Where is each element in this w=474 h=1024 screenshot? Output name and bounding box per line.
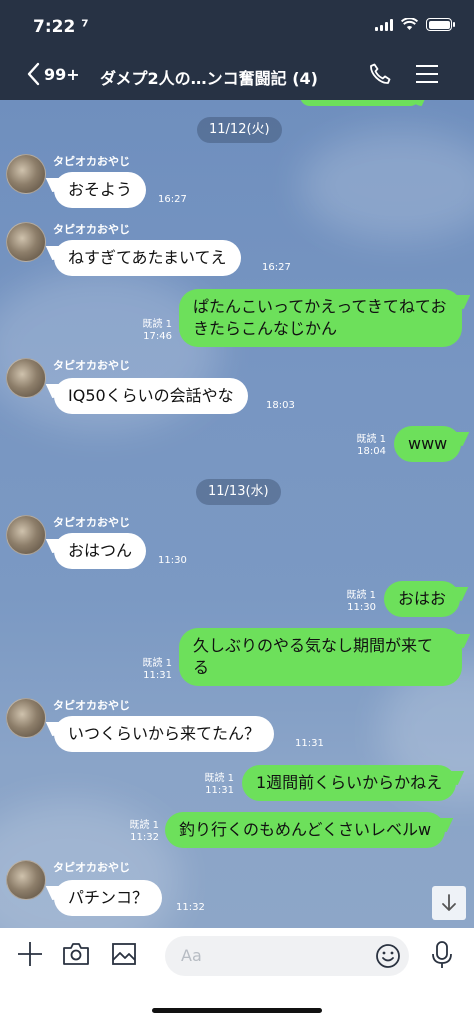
input-placeholder: Aa (181, 946, 202, 965)
battery-icon (426, 18, 455, 31)
sender-name: タピオカおやじ (53, 359, 130, 372)
read-receipt: 既読 1 (129, 820, 159, 831)
message-time: 11:31 (143, 670, 172, 681)
message-bubble-outgoing[interactable]: ぱたんこいってかえってきてねておきたらこんなじかん (179, 289, 462, 347)
message-bubble-outgoing[interactable]: おはお (384, 581, 461, 617)
image-icon[interactable] (110, 940, 138, 968)
message-meta: 既読 1 11:31 (200, 773, 234, 797)
message-time: 18:04 (357, 446, 386, 457)
message-meta: 既読 1 11:31 (138, 658, 172, 682)
input-bar: Aa (0, 928, 474, 1024)
message-bubble-incoming[interactable]: おそよう (54, 172, 147, 208)
message-meta: 既読 1 11:32 (125, 820, 159, 844)
background-cloud (300, 130, 474, 240)
nav-bar: 99+ ダメプ2人の…ンコ奮闘記 (4) (0, 56, 474, 94)
message-time: 11:32 (176, 902, 205, 913)
back-button[interactable]: 99+ (26, 62, 80, 86)
avatar[interactable] (6, 698, 46, 738)
avatar[interactable] (6, 515, 46, 555)
mic-icon[interactable] (430, 940, 454, 970)
arrow-down-icon (442, 894, 456, 911)
message-bubble-outgoing[interactable]: 釣り行くのもめんどくさいレベルw (165, 812, 446, 848)
chevron-left-icon (27, 62, 40, 86)
menu-icon[interactable] (416, 65, 438, 89)
read-receipt: 既読 1 (356, 434, 386, 445)
date-separator: 11/12(火) (197, 117, 282, 143)
scroll-to-bottom-button[interactable] (432, 886, 466, 920)
wifi-icon (401, 18, 418, 30)
message-bubble-outgoing[interactable]: 1週間前くらいからかねえ (242, 765, 457, 801)
plus-icon[interactable] (16, 940, 44, 968)
message-time: 11:31 (205, 785, 234, 796)
sender-name: タピオカおやじ (53, 861, 130, 874)
emoji-icon[interactable] (375, 943, 401, 969)
message-time: 17:46 (143, 331, 172, 342)
message-time: 11:32 (130, 832, 159, 843)
message-meta: 既読 1 11:30 (342, 590, 376, 614)
avatar[interactable] (6, 358, 46, 398)
avatar[interactable] (6, 860, 46, 900)
unread-count: 99+ (44, 64, 80, 84)
chat-header: 7:22 ⁷ 99+ ダメプ2人の…ンコ奮闘記 (4) (0, 0, 474, 100)
home-indicator (152, 1008, 322, 1013)
avatar[interactable] (6, 222, 46, 262)
read-receipt: 既読 1 (142, 319, 172, 330)
sender-name: タピオカおやじ (53, 223, 130, 236)
read-receipt: 既読 1 (346, 590, 376, 601)
message-bubble-incoming[interactable]: IQ50くらいの会話やな (54, 378, 248, 414)
message-meta: 既読 1 17:46 (138, 319, 172, 343)
chat-title[interactable]: ダメプ2人の…ンコ奮闘記 (4) (100, 65, 318, 89)
message-time: 11:30 (347, 602, 376, 613)
sender-name: タピオカおやじ (53, 155, 130, 168)
message-bubble-partial (300, 100, 420, 106)
signal-icon (375, 18, 393, 31)
read-receipt: 既読 1 (204, 773, 234, 784)
message-time: 16:27 (262, 262, 291, 273)
message-bubble-incoming[interactable]: おはつん (54, 533, 147, 569)
message-bubble-outgoing[interactable]: 久しぶりのやる気なし期間が来てる (179, 628, 462, 686)
message-bubble-outgoing[interactable]: www (394, 426, 462, 462)
chat-area[interactable]: 11/12(火) タピオカおやじ おそよう 16:27 タピオカおやじ ねすぎて… (0, 100, 474, 928)
date-separator: 11/13(水) (196, 479, 281, 505)
phone-icon[interactable] (368, 62, 392, 86)
message-input[interactable]: Aa (165, 936, 409, 976)
status-time: 7:22 ⁷ (33, 17, 89, 37)
camera-icon[interactable] (61, 940, 91, 968)
sender-name: タピオカおやじ (53, 516, 130, 529)
message-bubble-incoming[interactable]: いつくらいから来てたん？ (54, 716, 275, 752)
status-indicators (375, 18, 455, 31)
avatar[interactable] (6, 154, 46, 194)
sender-name: タピオカおやじ (53, 699, 130, 712)
message-time: 16:27 (158, 194, 187, 205)
message-bubble-incoming[interactable]: パチンコ？ (54, 880, 163, 916)
message-time: 11:30 (158, 555, 187, 566)
message-bubble-incoming[interactable]: ねすぎてあたまいてえ (54, 240, 241, 276)
message-time: 11:31 (295, 738, 324, 749)
message-meta: 既読 1 18:04 (352, 434, 386, 458)
message-time: 18:03 (266, 400, 295, 411)
read-receipt: 既読 1 (142, 658, 172, 669)
